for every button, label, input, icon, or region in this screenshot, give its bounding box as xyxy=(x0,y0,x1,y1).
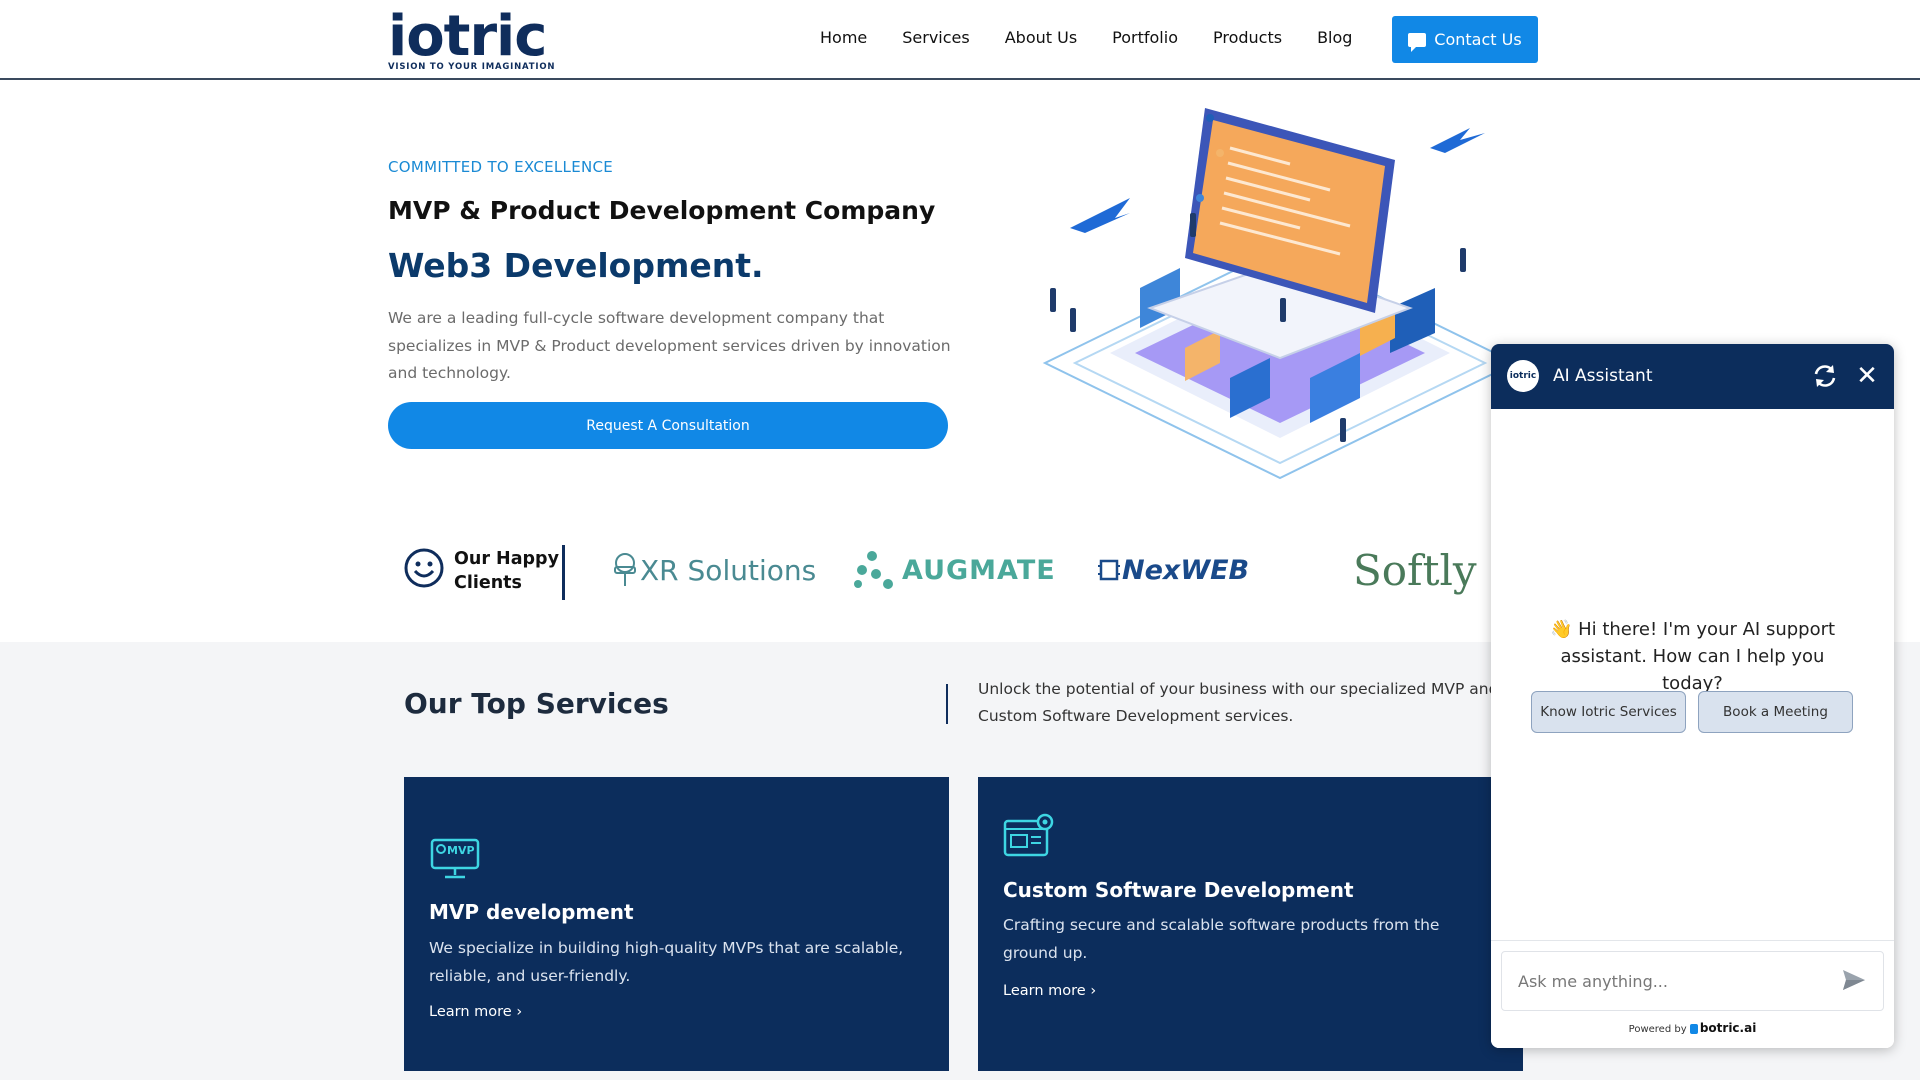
xr-headset-icon xyxy=(614,553,636,586)
contact-us-label: Contact Us xyxy=(1434,30,1522,49)
nav-link-home[interactable]: Home xyxy=(820,28,867,47)
client-logo-nexweb: NexWEB xyxy=(1098,535,1249,605)
learn-more-link[interactable]: Learn more › xyxy=(429,1004,522,1020)
services-description: Unlock the potential of your business wi… xyxy=(978,680,1499,725)
happy-clients-label: Our Happy Clients xyxy=(454,549,559,593)
happy-clients-strip: Our Happy Clients XR Solutions AUGMATE N… xyxy=(400,535,1550,605)
chat-bubble-icon xyxy=(1408,32,1427,52)
nav-link-about-us[interactable]: About Us xyxy=(1005,28,1077,47)
mvp-icon-label: MVP xyxy=(447,844,475,857)
chip-know-iotric-services[interactable]: Know Iotric Services xyxy=(1531,691,1686,733)
ai-assistant-chat-widget: iotric AI Assistant ✕ 👋 Hi there! I'm yo… xyxy=(1491,344,1894,1048)
chat-greeting: 👋 Hi there! I'm your AI support assistan… xyxy=(1549,619,1836,694)
botric-logo-icon xyxy=(1689,1024,1698,1034)
request-consultation-button[interactable]: Request A Consultation xyxy=(388,402,948,449)
powered-by: Powered by botric.ai xyxy=(1491,1021,1894,1035)
service-card-title: MVP development xyxy=(429,900,634,924)
augmate-dots-icon xyxy=(854,551,893,589)
chevron-right-icon: › xyxy=(516,1004,523,1020)
hero-eyebrow: COMMITTED TO EXCELLENCE xyxy=(388,158,614,176)
top-navbar: iotric VISION TO YOUR IMAGINATION Home S… xyxy=(0,0,1920,80)
chat-title: AI Assistant xyxy=(1553,366,1653,386)
learn-more-link[interactable]: Learn more › xyxy=(1003,983,1096,999)
service-card-description: Crafting secure and scalable software pr… xyxy=(1003,916,1440,962)
powered-by-text: Powered by xyxy=(1628,1024,1687,1035)
client-logo-xr-solutions: XR Solutions xyxy=(612,535,816,605)
service-card-mvp[interactable]: MVP MVP development We specialize in bui… xyxy=(404,777,949,1071)
services-divider xyxy=(946,684,948,724)
xr-solutions-text: XR Solutions xyxy=(640,553,817,587)
refresh-icon[interactable] xyxy=(1811,362,1839,390)
hero-rotating-text: Web3 Development. xyxy=(388,246,764,285)
hero-description: We are a leading full-cycle software dev… xyxy=(388,309,951,382)
custom-software-icon xyxy=(1003,813,1054,857)
nexweb-text: NexWEB xyxy=(1122,554,1250,586)
send-icon[interactable] xyxy=(1841,967,1867,993)
hero-title: MVP & Product Development Company xyxy=(388,196,936,225)
nav-link-products[interactable]: Products xyxy=(1213,28,1282,47)
chip-icon xyxy=(1098,559,1120,581)
service-card-custom-software[interactable]: Custom Software Development Crafting sec… xyxy=(978,777,1523,1071)
close-icon[interactable]: ✕ xyxy=(1853,362,1881,390)
learn-more-label: Learn more xyxy=(429,1004,512,1020)
softly-text: Softly xyxy=(1353,545,1477,595)
service-card-description: We specialize in building high-quality M… xyxy=(429,939,904,985)
chip-book-a-meeting[interactable]: Book a Meeting xyxy=(1698,691,1853,733)
chat-input-area: Powered by botric.ai xyxy=(1491,940,1894,1048)
nav-link-services[interactable]: Services xyxy=(902,28,969,47)
clients-divider xyxy=(562,545,565,600)
chat-avatar: iotric xyxy=(1507,360,1539,392)
augmate-text: AUGMATE xyxy=(902,554,1056,586)
logo-wordmark: iotric xyxy=(388,4,547,69)
service-card-title: Custom Software Development xyxy=(1003,878,1354,902)
learn-more-label: Learn more xyxy=(1003,983,1086,999)
services-title: Our Top Services xyxy=(404,687,669,720)
smiley-icon xyxy=(404,548,444,588)
chat-message-input[interactable] xyxy=(1501,951,1884,1011)
client-logo-augmate: AUGMATE xyxy=(852,535,1056,605)
logo-tagline: VISION TO YOUR IMAGINATION xyxy=(388,62,556,72)
hero-isometric-illustration xyxy=(1042,108,1518,480)
nav-links: Home Services About Us Portfolio Product… xyxy=(820,28,1387,47)
powered-by-brand[interactable]: botric.ai xyxy=(1700,1021,1756,1035)
iotric-logo[interactable]: iotric VISION TO YOUR IMAGINATION xyxy=(388,8,558,74)
chat-header: iotric AI Assistant ✕ xyxy=(1491,344,1894,409)
chevron-right-icon: › xyxy=(1090,983,1097,999)
client-logo-softly: Softly xyxy=(1353,535,1477,605)
nav-link-blog[interactable]: Blog xyxy=(1317,28,1352,47)
contact-us-button[interactable]: Contact Us xyxy=(1392,16,1538,63)
mvp-icon: MVP xyxy=(430,838,480,879)
nav-link-portfolio[interactable]: Portfolio xyxy=(1112,28,1178,47)
